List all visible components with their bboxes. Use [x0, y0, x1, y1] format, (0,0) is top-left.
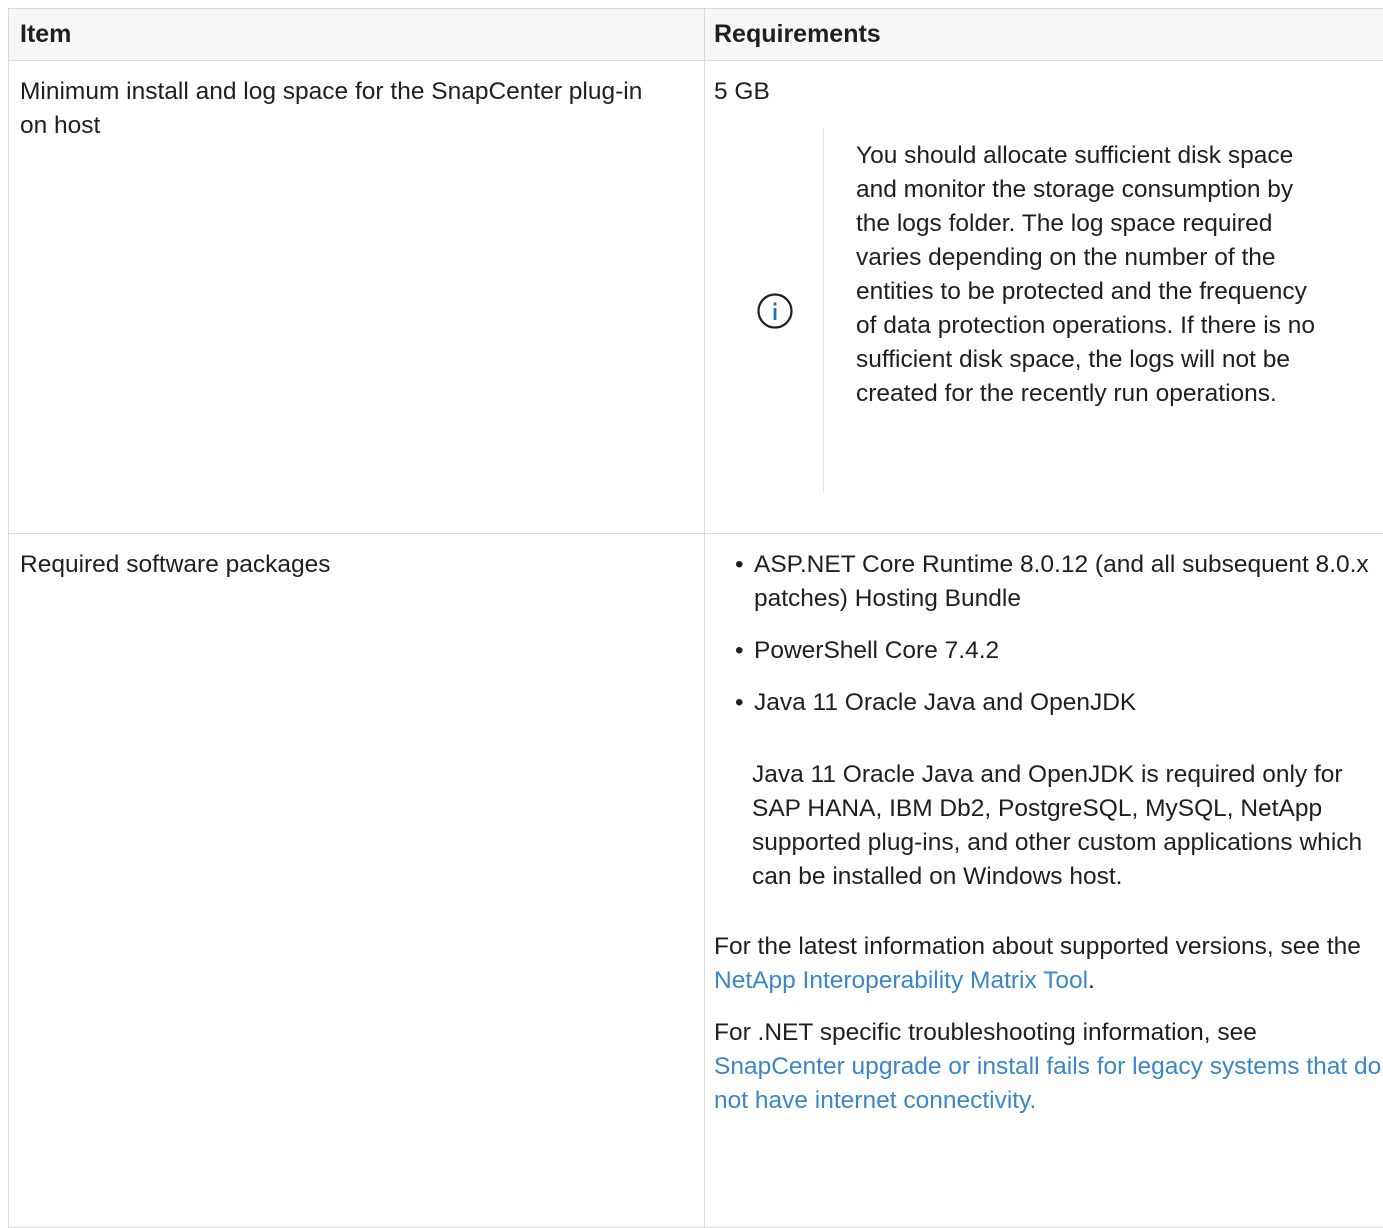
info-note: You should allocate sufficient disk spac… [727, 129, 1383, 492]
package-name: PowerShell Core 7.4.2 [754, 637, 999, 664]
versions-paragraph: For the latest information about support… [714, 930, 1383, 998]
bullet-icon: • [735, 548, 744, 582]
list-item: • PowerShell Core 7.4.2 [714, 634, 1383, 668]
requirement-cell: 5 GB You should allocate sufficient disk… [705, 61, 1383, 534]
bullet-icon: • [735, 634, 744, 668]
space-value: 5 GB [714, 75, 1383, 109]
bullet-icon: • [735, 686, 744, 720]
dotnet-paragraph: For .NET specific troubleshooting inform… [714, 1016, 1383, 1118]
package-name: Java 11 Oracle Java and OpenJDK [754, 689, 1136, 716]
dotnet-text: For .NET specific troubleshooting inform… [714, 1019, 1257, 1046]
column-header-item: Item [9, 9, 705, 61]
software-package-list: • ASP.NET Core Runtime 8.0.12 (and all s… [714, 548, 1383, 894]
info-note-text: You should allocate sufficient disk spac… [824, 129, 1326, 492]
column-header-requirements: Requirements [705, 9, 1383, 61]
table-header-row: Item Requirements [9, 9, 1383, 61]
versions-suffix: . [1088, 967, 1095, 994]
info-icon-column [727, 129, 824, 492]
list-item: • Java 11 Oracle Java and OpenJDK Java 1… [714, 686, 1383, 894]
versions-text: For the latest information about support… [714, 933, 1361, 960]
package-name: ASP.NET Core Runtime 8.0.12 (and all sub… [754, 551, 1369, 612]
interoperability-matrix-link[interactable]: NetApp Interoperability Matrix Tool [714, 967, 1088, 994]
requirements-table: Item Requirements Minimum install and lo… [8, 8, 1383, 1228]
requirement-cell: • ASP.NET Core Runtime 8.0.12 (and all s… [705, 534, 1383, 1228]
java-note: Java 11 Oracle Java and OpenJDK is requi… [752, 758, 1383, 894]
item-cell: Required software packages [9, 534, 705, 1228]
info-icon [756, 292, 794, 330]
item-cell: Minimum install and log space for the Sn… [9, 61, 705, 534]
table-row: Minimum install and log space for the Sn… [9, 61, 1383, 534]
legacy-systems-link[interactable]: SnapCenter upgrade or install fails for … [714, 1053, 1381, 1114]
list-item: • ASP.NET Core Runtime 8.0.12 (and all s… [714, 548, 1383, 616]
table-row: Required software packages • ASP.NET Cor… [9, 534, 1383, 1228]
